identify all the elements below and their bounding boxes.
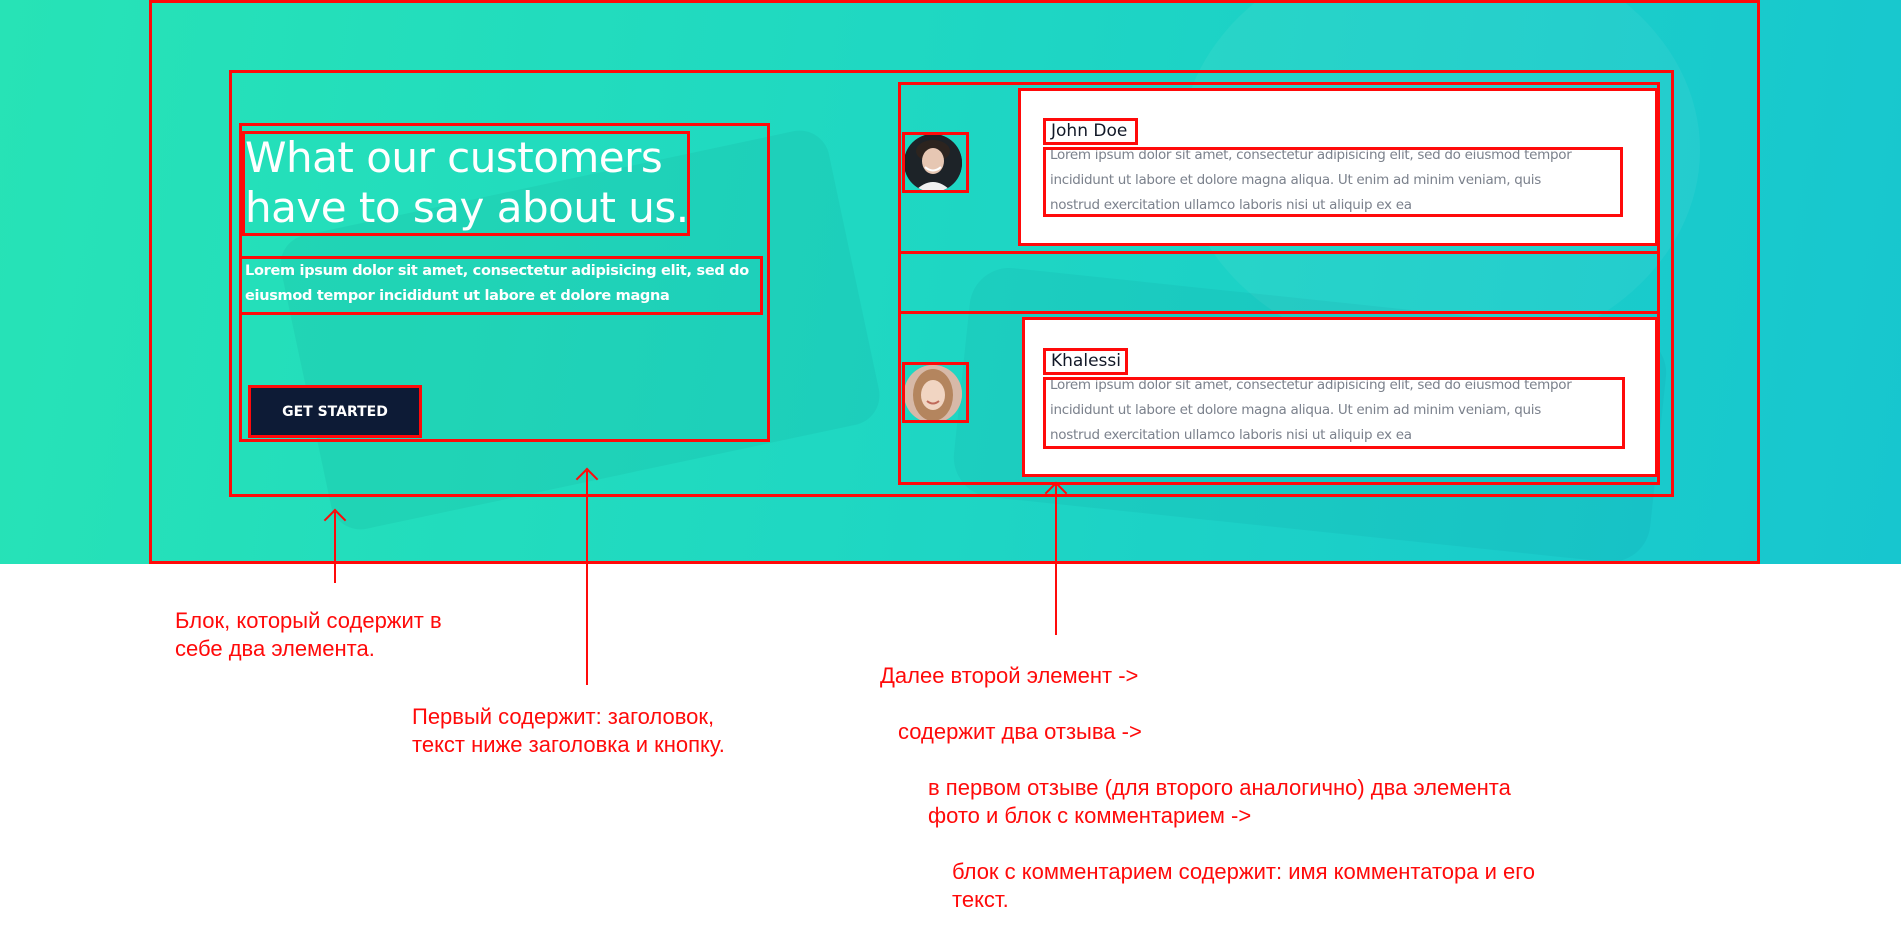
author-name-outline (1043, 118, 1138, 145)
annotation-first-element: Первый содержит: заголовок, текст ниже з… (412, 704, 725, 757)
get-started-button[interactable]: GET STARTED (248, 385, 422, 438)
annotation-second-element: Далее второй элемент -> (880, 663, 1139, 688)
review-text-outline (1043, 147, 1623, 217)
annotation-comment-block: блок с комментарием содержит: имя коммен… (952, 859, 1536, 912)
section-headline: What our customers have to say about us. (245, 133, 689, 232)
annotation-arrow (1055, 485, 1057, 635)
annotation-outer-block: Блок, который содержит в себе два элемен… (175, 608, 442, 661)
annotation-review-parts: в первом отзыве (для второго аналогично)… (928, 775, 1511, 828)
review-text-outline (1043, 377, 1625, 449)
annotation-two-reviews: содержит два отзыва -> (898, 719, 1142, 744)
avatar-outline (902, 362, 969, 423)
author-name-outline (1043, 348, 1128, 375)
annotation-arrow (586, 471, 588, 685)
review-divider-outline (898, 251, 1660, 314)
section-lead-text: Lorem ipsum dolor sit amet, consectetur … (245, 263, 749, 304)
avatar-outline (902, 132, 969, 193)
